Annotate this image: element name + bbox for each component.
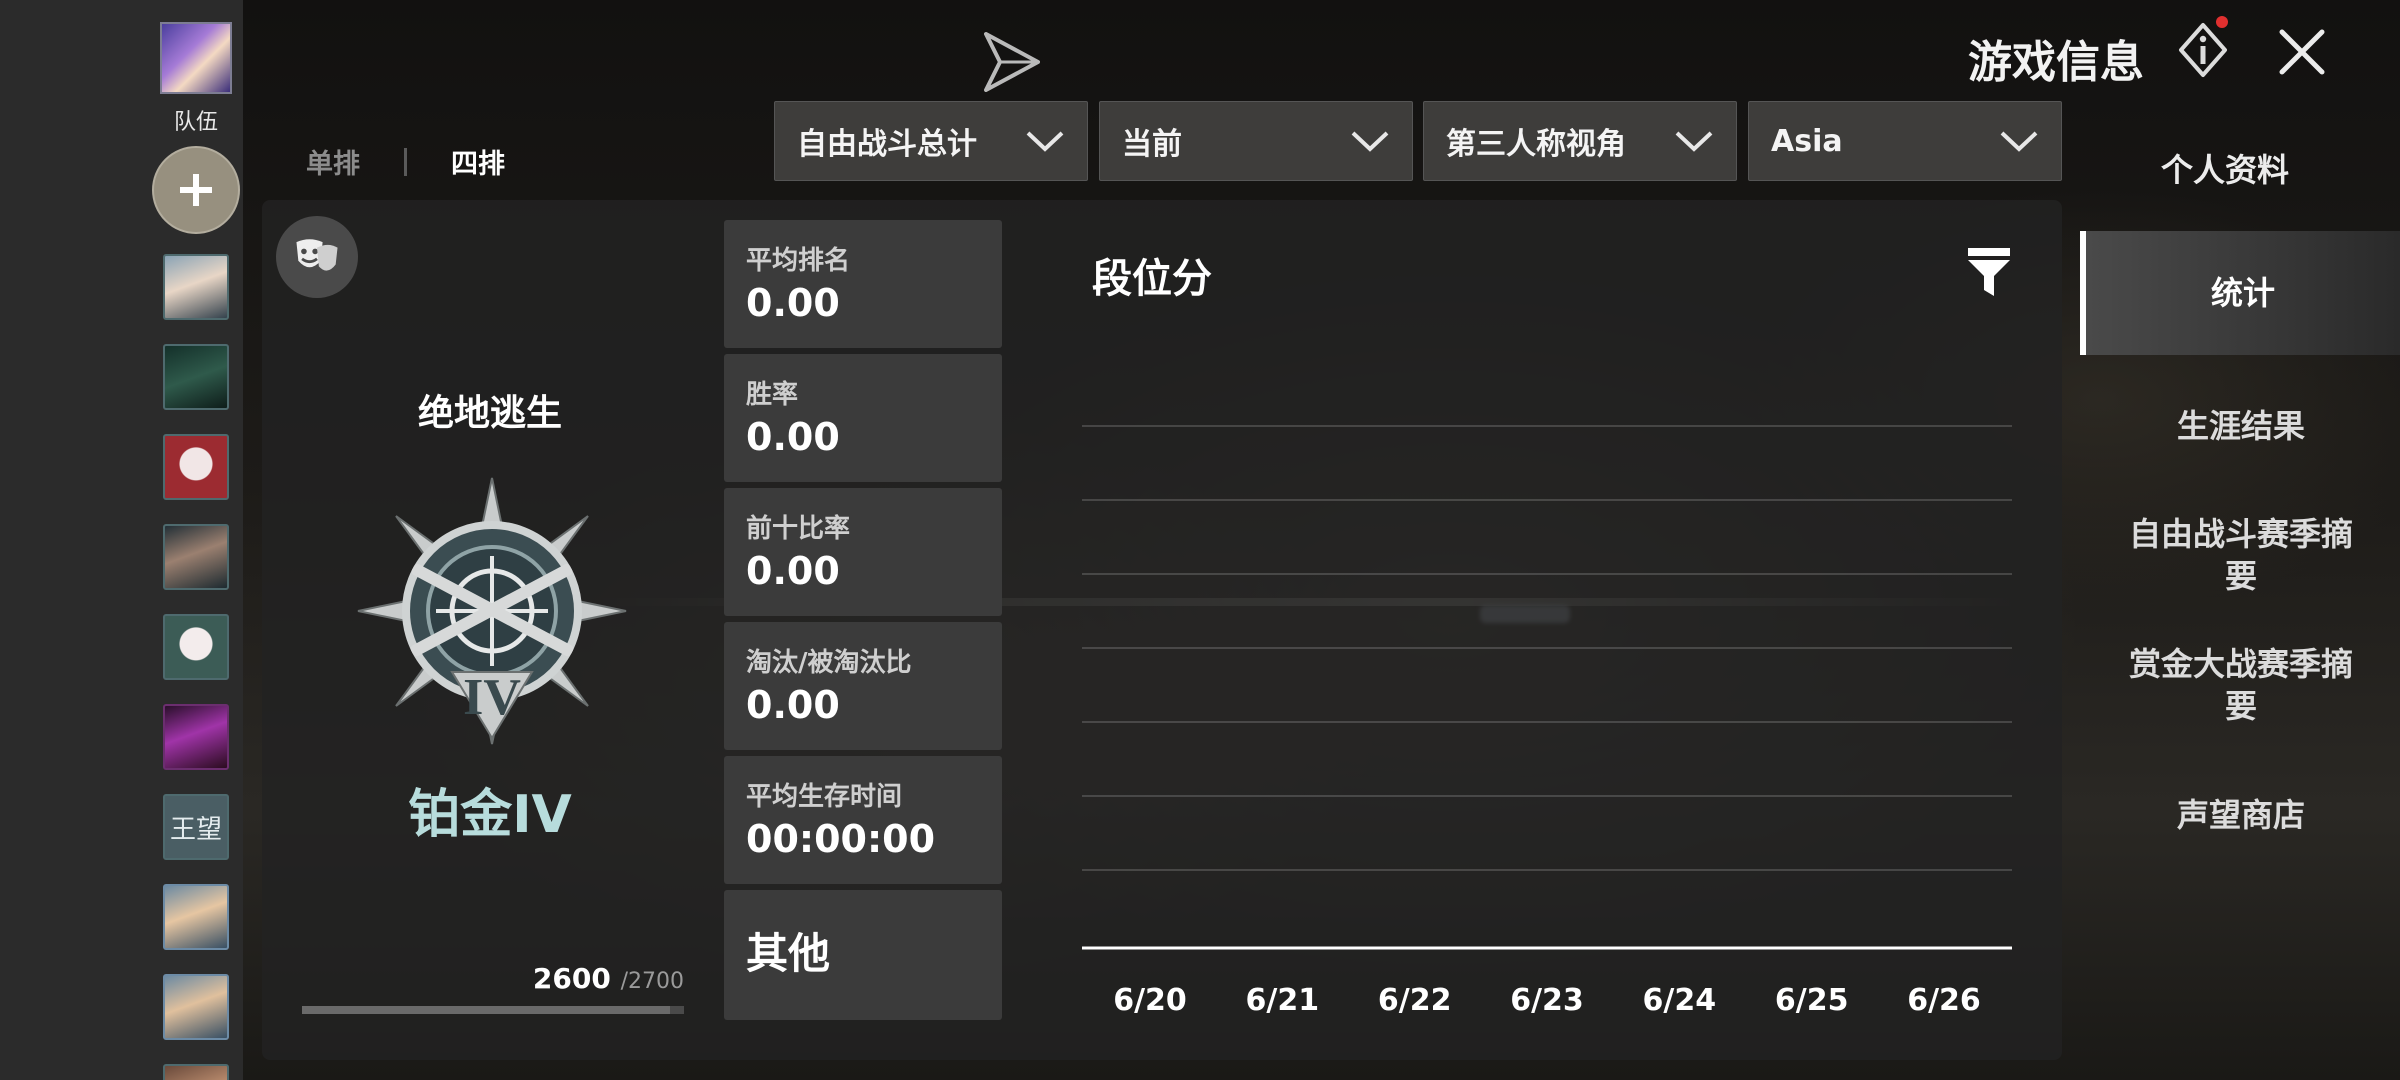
friend-avatar[interactable] bbox=[163, 1064, 229, 1080]
season-dropdown[interactable]: 当前 bbox=[1099, 101, 1413, 181]
nav-item-free-battle-summary[interactable]: 自由战斗赛季摘要 bbox=[2082, 513, 2400, 597]
rank-progress-bar bbox=[302, 1006, 684, 1014]
friend-avatar[interactable] bbox=[163, 434, 229, 500]
svg-text:IV: IV bbox=[463, 669, 521, 726]
chevron-down-icon bbox=[1675, 131, 1713, 152]
chart-x-tick-label: 6/20 bbox=[1113, 983, 1187, 1018]
rank-tier: 铂金IV bbox=[408, 785, 572, 845]
nav-item-stats[interactable]: 统计 bbox=[2080, 231, 2400, 355]
stat-card-top10-rate: 前十比率 0.00 bbox=[724, 488, 1002, 616]
chart-x-tick-label: 6/26 bbox=[1907, 983, 1981, 1018]
chart-title: 段位分 bbox=[1092, 256, 1212, 302]
rank-points-chart: 6/20 6/21 6/22 6/23 6/24 6/25 6/26 bbox=[1082, 425, 2012, 1018]
friend-avatar[interactable] bbox=[163, 344, 229, 410]
close-icon[interactable] bbox=[2276, 26, 2328, 78]
team-avatar[interactable] bbox=[160, 22, 232, 94]
tab-divider bbox=[404, 147, 407, 176]
season-dropdown-value: 当前 bbox=[1122, 127, 1182, 162]
rank-badge-icon: IV bbox=[357, 477, 627, 745]
stat-label: 平均排名 bbox=[746, 246, 851, 276]
info-icon[interactable] bbox=[2178, 22, 2228, 78]
game-mode-name: 绝地逃生 bbox=[417, 393, 562, 434]
perspective-dropdown-value: 第三人称视角 bbox=[1446, 127, 1626, 162]
perspective-dropdown[interactable]: 第三人称视角 bbox=[1423, 101, 1737, 181]
mode-dropdown-value: 自由战斗总计 bbox=[797, 127, 977, 162]
nav-item-bounty-summary[interactable]: 赏金大战赛季摘要 bbox=[2082, 643, 2400, 727]
region-dropdown-value: Asia bbox=[1771, 123, 1843, 159]
filter-icon[interactable] bbox=[1966, 246, 2012, 298]
friend-avatar[interactable] bbox=[163, 254, 229, 320]
stat-label: 平均生存时间 bbox=[746, 782, 903, 812]
friend-avatar[interactable] bbox=[163, 614, 229, 680]
stat-label: 胜率 bbox=[746, 380, 799, 410]
nav-item-label: 统计 bbox=[2210, 274, 2275, 312]
page-title: 游戏信息 bbox=[1968, 37, 2144, 88]
rank-points-max: /2700 bbox=[620, 969, 684, 994]
chevron-down-icon bbox=[1026, 131, 1064, 152]
notification-dot bbox=[2216, 16, 2228, 28]
tab-squad[interactable]: 四排 bbox=[451, 142, 505, 181]
tab-solo[interactable]: 单排 bbox=[306, 142, 360, 181]
nav-item-prestige-shop[interactable]: 声望商店 bbox=[2082, 794, 2400, 836]
stat-card-win-rate: 胜率 0.00 bbox=[724, 354, 1002, 482]
stat-value: 0.00 bbox=[746, 683, 840, 727]
chart-x-tick-label: 6/24 bbox=[1643, 983, 1717, 1018]
stat-card-avg-rank: 平均排名 0.00 bbox=[724, 220, 1002, 348]
nav-item-career[interactable]: 生涯结果 bbox=[2082, 405, 2400, 447]
friend-avatar[interactable] bbox=[163, 974, 229, 1040]
chevron-down-icon bbox=[1351, 131, 1389, 152]
team-label: 队伍 bbox=[173, 110, 218, 135]
stat-label: 淘汰/被淘汰比 bbox=[746, 648, 912, 678]
region-dropdown[interactable]: Asia bbox=[1748, 101, 2062, 181]
nav-profile[interactable]: 个人资料 bbox=[2080, 145, 2370, 191]
stat-value: 0.00 bbox=[746, 549, 840, 593]
friend-avatar[interactable] bbox=[163, 704, 229, 770]
stat-card-avg-survival: 平均生存时间 00:00:00 bbox=[724, 756, 1002, 884]
chart-x-tick-label: 6/25 bbox=[1775, 983, 1849, 1018]
stat-label: 前十比率 bbox=[746, 514, 851, 544]
chart-x-tick-label: 6/21 bbox=[1246, 983, 1320, 1018]
other-stats-button[interactable]: 其他 bbox=[724, 890, 1002, 1020]
add-friend-button[interactable] bbox=[152, 146, 240, 234]
theater-mask-icon[interactable] bbox=[276, 216, 358, 298]
mode-tabs: 单排 四排 bbox=[306, 142, 505, 181]
paper-plane-icon[interactable] bbox=[980, 30, 1044, 94]
friend-avatar[interactable]: 王望 bbox=[163, 794, 229, 860]
friend-avatar[interactable] bbox=[163, 884, 229, 950]
mode-dropdown[interactable]: 自由战斗总计 bbox=[774, 101, 1088, 181]
stat-card-kd-ratio: 淘汰/被淘汰比 0.00 bbox=[724, 622, 1002, 750]
stat-value: 00:00:00 bbox=[746, 817, 936, 861]
friend-avatar[interactable] bbox=[163, 524, 229, 590]
chart-x-tick-label: 6/23 bbox=[1510, 983, 1584, 1018]
chevron-down-icon bbox=[2000, 131, 2038, 152]
stat-value: 0.00 bbox=[746, 415, 840, 459]
rank-progress-fill bbox=[302, 1006, 670, 1014]
rank-points: 2600 /2700 bbox=[500, 962, 684, 995]
stat-value: 0.00 bbox=[746, 281, 840, 325]
rank-points-current: 2600 bbox=[532, 962, 611, 995]
plus-icon bbox=[180, 174, 212, 206]
chart-x-tick-label: 6/22 bbox=[1378, 983, 1452, 1018]
